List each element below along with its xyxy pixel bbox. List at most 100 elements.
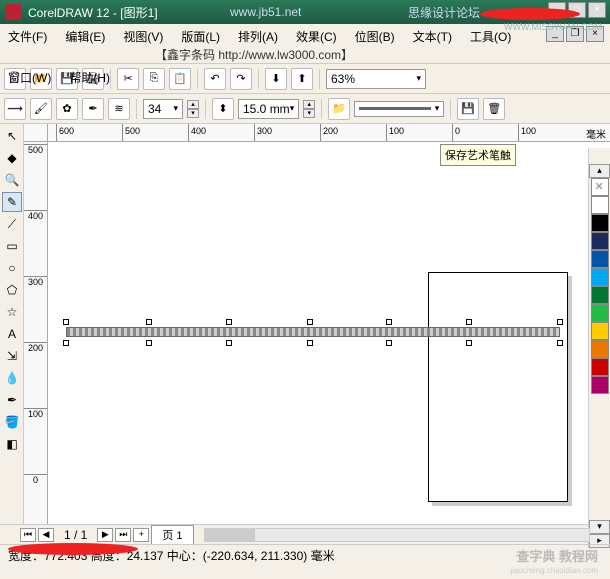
- canvas[interactable]: 保存艺术笔触: [48, 142, 610, 524]
- zoom-tool[interactable]: 🔍: [2, 170, 22, 190]
- zoom-combo[interactable]: 63%: [326, 69, 426, 89]
- node-handle[interactable]: [146, 340, 152, 346]
- basic-shapes-tool[interactable]: ☆: [2, 302, 22, 322]
- color-swatch[interactable]: [591, 286, 609, 304]
- node-handle[interactable]: [386, 340, 392, 346]
- menu-bitmap[interactable]: 位图(B): [351, 26, 399, 47]
- paste-button[interactable]: 📋: [169, 68, 191, 90]
- outline-tool[interactable]: ✒: [2, 390, 22, 410]
- sprayer-mode-button[interactable]: ✿: [56, 98, 78, 120]
- node-handle[interactable]: [386, 319, 392, 325]
- ruler-tick: 200: [320, 124, 338, 141]
- node-handle[interactable]: [226, 340, 232, 346]
- color-swatch[interactable]: [591, 304, 609, 322]
- menu-window[interactable]: 窗口(W): [4, 67, 55, 88]
- menu-text[interactable]: 文本(T): [409, 26, 456, 47]
- hscroll-thumb[interactable]: [205, 529, 255, 541]
- browse-preset-button[interactable]: 📁: [328, 98, 350, 120]
- page-navigator: ⏮ ◀ 1 / 1 ▶ ⏭ + 页 1: [0, 525, 610, 545]
- menu-extra-link[interactable]: 【鑫字条码 http://www.lw3000.com】: [155, 46, 353, 63]
- page-tab-1[interactable]: 页 1: [151, 525, 193, 544]
- first-page-button[interactable]: ⏮: [20, 528, 36, 542]
- color-swatch[interactable]: [591, 358, 609, 376]
- save-stroke-button[interactable]: 💾: [457, 98, 479, 120]
- node-handle[interactable]: [466, 319, 472, 325]
- ruler-tick: 300: [254, 124, 272, 141]
- close-button[interactable]: ×: [588, 2, 606, 18]
- text-tool[interactable]: A: [2, 324, 22, 344]
- swatch-none[interactable]: [591, 178, 609, 196]
- add-page-button[interactable]: +: [133, 528, 149, 542]
- last-page-button[interactable]: ⏭: [115, 528, 131, 542]
- smoothing-combo[interactable]: 34: [143, 99, 183, 119]
- rectangle-tool[interactable]: ▭: [2, 236, 22, 256]
- undo-button[interactable]: ↶: [204, 68, 226, 90]
- freehand-tool[interactable]: ✎: [2, 192, 22, 212]
- color-swatch[interactable]: [591, 232, 609, 250]
- interactive-blend-tool[interactable]: ⇲: [2, 346, 22, 366]
- color-palette: ▴ ▾ ▸: [588, 148, 610, 548]
- selection-handle[interactable]: [307, 319, 313, 325]
- node-handle[interactable]: [466, 340, 472, 346]
- selection-handle[interactable]: [63, 340, 69, 346]
- smoothing-spinner[interactable]: ▴▾: [187, 100, 199, 118]
- selection-handle[interactable]: [63, 319, 69, 325]
- fill-tool[interactable]: 🪣: [2, 412, 22, 432]
- selection-handle[interactable]: [307, 340, 313, 346]
- horizontal-scrollbar[interactable]: [204, 528, 590, 542]
- import-button[interactable]: ⬇: [265, 68, 287, 90]
- redo-button[interactable]: ↷: [230, 68, 252, 90]
- color-swatch[interactable]: [591, 250, 609, 268]
- menu-edit[interactable]: 编辑(E): [61, 26, 109, 47]
- smart-draw-tool[interactable]: ⟋: [2, 214, 22, 234]
- stroke-width-combo[interactable]: 15.0 mm: [238, 99, 299, 119]
- menu-layout[interactable]: 版面(L): [177, 26, 224, 47]
- ruler-tick: 0: [24, 474, 47, 485]
- shape-tool[interactable]: ◆: [2, 148, 22, 168]
- menu-view[interactable]: 视图(V): [119, 26, 167, 47]
- palette-up-button[interactable]: ▴: [589, 164, 610, 178]
- color-swatch[interactable]: [591, 214, 609, 232]
- delete-stroke-button[interactable]: 🗑: [483, 98, 505, 120]
- color-swatch[interactable]: [591, 376, 609, 394]
- interactive-fill-tool[interactable]: ◧: [2, 434, 22, 454]
- color-swatch[interactable]: [591, 340, 609, 358]
- titlebar: CorelDRAW 12 - [图形1] www.jb51.net 思缘设计论坛…: [0, 0, 610, 24]
- ruler-horizontal[interactable]: 600 500 400 300 200 100 0 100 毫米: [48, 124, 610, 142]
- cut-button[interactable]: ✂: [117, 68, 139, 90]
- calligraphy-mode-button[interactable]: ✒: [82, 98, 104, 120]
- export-button[interactable]: ⬆: [291, 68, 313, 90]
- width-spinner[interactable]: ▴▾: [303, 100, 315, 118]
- ruler-vertical[interactable]: 500 400 300 200 100 0: [24, 142, 48, 524]
- property-bar: ⟿ 🖌 ✿ ✒ ≋ 34 ▴▾ ⬍ 15.0 mm ▴▾ 📁 💾 🗑: [0, 94, 610, 124]
- eyedropper-tool[interactable]: 💧: [2, 368, 22, 388]
- preset-mode-button[interactable]: ⟿: [4, 98, 26, 120]
- stroke-width-value: 15.0 mm: [243, 102, 290, 116]
- ruler-tick: 0: [452, 124, 460, 141]
- menu-file[interactable]: 文件(F): [4, 26, 51, 47]
- node-handle[interactable]: [146, 319, 152, 325]
- smoothing-value: 34: [148, 102, 161, 116]
- color-swatch[interactable]: [591, 268, 609, 286]
- color-swatch[interactable]: [591, 322, 609, 340]
- pick-tool[interactable]: ↖: [2, 126, 22, 146]
- selection-handle[interactable]: [557, 319, 563, 325]
- selected-artistic-stroke[interactable]: [66, 327, 560, 337]
- menu-help[interactable]: 帮助(H): [65, 67, 114, 88]
- ruler-tick: 100: [386, 124, 404, 141]
- node-handle[interactable]: [226, 319, 232, 325]
- copy-button[interactable]: ⎘: [143, 68, 165, 90]
- ruler-tick: 100: [24, 408, 47, 419]
- pressure-mode-button[interactable]: ≋: [108, 98, 130, 120]
- menu-arrange[interactable]: 排列(A): [234, 26, 282, 47]
- color-swatch[interactable]: [591, 196, 609, 214]
- stroke-preset-combo[interactable]: [354, 101, 444, 117]
- ellipse-tool[interactable]: ○: [2, 258, 22, 278]
- polygon-tool[interactable]: ⬠: [2, 280, 22, 300]
- selection-handle[interactable]: [557, 340, 563, 346]
- prev-page-button[interactable]: ◀: [38, 528, 54, 542]
- menu-effects[interactable]: 效果(C): [292, 26, 341, 47]
- ruler-origin[interactable]: [24, 124, 48, 142]
- brush-mode-button[interactable]: 🖌: [30, 98, 52, 120]
- next-page-button[interactable]: ▶: [97, 528, 113, 542]
